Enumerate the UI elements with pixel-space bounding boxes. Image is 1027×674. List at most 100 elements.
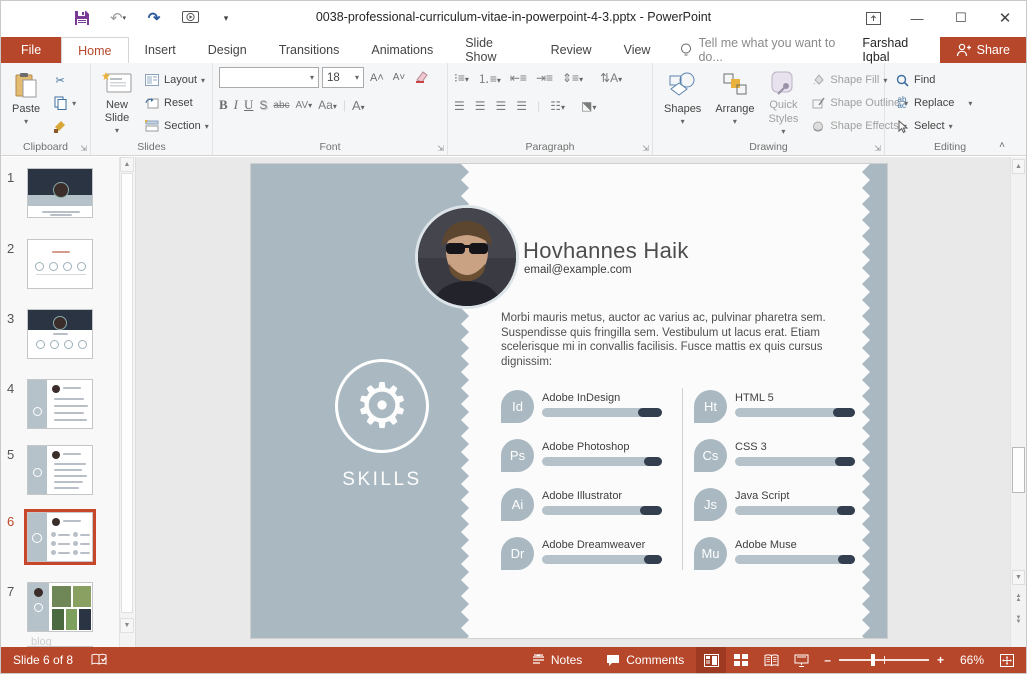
italic-button[interactable]: I <box>234 97 238 113</box>
tab-design[interactable]: Design <box>192 37 263 63</box>
zoom-in-icon[interactable]: + <box>937 653 944 667</box>
thumbnail-slide-2[interactable]: 2 <box>7 239 93 289</box>
thumbnail-slide-4[interactable]: 4 <box>7 379 93 429</box>
font-size-combobox[interactable]: 18▾ <box>322 67 364 88</box>
skills-emblem[interactable]: ⚙ SKILLS <box>311 359 453 491</box>
cv-email[interactable]: email@example.com <box>524 264 632 276</box>
thumbnail-slide-5[interactable]: 5 <box>7 445 93 495</box>
increase-font-size-button[interactable]: A˄ <box>367 68 387 88</box>
save-icon[interactable] <box>71 6 93 30</box>
thumbnail-slide-6[interactable]: 6 <box>7 512 93 562</box>
paste-dropdown[interactable]: ▾ <box>24 117 28 127</box>
thumb-scroll-down-icon[interactable]: ▼ <box>120 618 134 633</box>
zoom-slider[interactable] <box>839 659 929 661</box>
zoom-out-icon[interactable]: – <box>824 653 831 667</box>
maximize-icon[interactable]: ☐ <box>946 5 976 31</box>
skill-row[interactable]: Dr Adobe Dreamweaver <box>501 537 666 570</box>
zoom-slider-handle[interactable] <box>871 654 875 666</box>
tab-transitions[interactable]: Transitions <box>263 37 356 63</box>
increase-indent-button[interactable]: ⇥≡ <box>536 71 553 85</box>
scroll-down-icon[interactable]: ▼ <box>1012 570 1025 585</box>
drawing-dialog-launcher[interactable]: ⇲ <box>874 144 881 153</box>
numbering-button[interactable]: ⒈≡▾ <box>478 70 501 87</box>
font-color-button[interactable]: A▾ <box>352 98 365 113</box>
redo-icon[interactable]: ↷ <box>143 6 165 30</box>
thumbnail-scrollbar[interactable]: ▲ ▼ <box>119 157 134 649</box>
strikethrough-button[interactable]: abc <box>273 100 289 111</box>
align-center-button[interactable]: ☰ <box>475 99 486 113</box>
previous-slide-icon[interactable]: ▲▲ <box>1012 590 1025 605</box>
minimize-icon[interactable]: — <box>902 5 932 31</box>
bullets-button[interactable]: ⁝≡▾ <box>454 71 469 85</box>
change-case-button[interactable]: Aa▾ <box>318 98 337 112</box>
slide-editor[interactable]: Hovhannes Haik email@example.com Morbi m… <box>251 164 887 638</box>
fit-slide-to-window-icon[interactable] <box>992 647 1022 673</box>
notes-button[interactable]: Notes <box>520 647 594 673</box>
new-slide-dropdown[interactable]: ▾ <box>115 126 119 136</box>
cv-intro-text[interactable]: Morbi mauris metus, auctor ac varius ac,… <box>501 311 863 369</box>
underline-button[interactable]: U <box>244 97 253 113</box>
shapes-button[interactable]: Shapes ▾ <box>659 67 706 139</box>
text-shadow-button[interactable]: S <box>259 98 267 112</box>
tab-review[interactable]: Review <box>535 37 608 63</box>
share-button[interactable]: Share <box>940 37 1026 63</box>
tab-animations[interactable]: Animations <box>355 37 449 63</box>
comments-button[interactable]: Comments <box>594 647 696 673</box>
slideshow-view-button[interactable] <box>786 647 816 673</box>
reset-button[interactable]: Reset <box>141 93 212 113</box>
layout-button[interactable]: Layout▾ <box>141 70 212 90</box>
text-direction-button[interactable]: ⇅A▾ <box>600 71 622 85</box>
find-button[interactable]: Find <box>891 70 975 90</box>
tab-home[interactable]: Home <box>61 37 128 63</box>
format-painter-button[interactable] <box>49 116 79 136</box>
slide-sorter-view-button[interactable] <box>726 647 756 673</box>
skill-row[interactable]: Ht HTML 5 <box>694 390 859 423</box>
next-slide-icon[interactable]: ▼▼ <box>1012 612 1025 627</box>
zoom-level[interactable]: 66% <box>952 647 992 673</box>
start-from-beginning-icon[interactable] <box>179 6 201 30</box>
thumb-scroll-up-icon[interactable]: ▲ <box>120 157 134 172</box>
skill-row[interactable]: Id Adobe InDesign <box>501 390 666 423</box>
quick-styles-button[interactable]: Quick Styles ▾ <box>763 67 803 139</box>
copy-button[interactable]: ▾ <box>49 93 79 113</box>
align-right-button[interactable]: ☰ <box>496 99 507 113</box>
skill-row[interactable]: Mu Adobe Muse <box>694 537 859 570</box>
ribbon-display-options-icon[interactable] <box>858 5 888 31</box>
skill-row[interactable]: Cs CSS 3 <box>694 439 859 472</box>
undo-icon[interactable]: ↶▾ <box>107 6 129 30</box>
decrease-font-size-button[interactable]: A˅ <box>390 68 409 88</box>
decrease-indent-button[interactable]: ⇤≡ <box>510 71 527 85</box>
tab-slideshow[interactable]: Slide Show <box>449 37 534 63</box>
spellcheck-icon[interactable] <box>91 653 107 667</box>
skill-row[interactable]: Ps Adobe Photoshop <box>501 439 666 472</box>
tab-file[interactable]: File <box>1 37 61 63</box>
paragraph-dialog-launcher[interactable]: ⇲ <box>642 144 649 153</box>
clipboard-dialog-launcher[interactable]: ⇲ <box>80 144 87 153</box>
slide-canvas[interactable]: Hovhannes Haik email@example.com Morbi m… <box>137 157 1010 649</box>
arrange-button[interactable]: Arrange ▾ <box>710 67 759 139</box>
tab-view[interactable]: View <box>608 37 667 63</box>
reading-view-button[interactable] <box>756 647 786 673</box>
line-spacing-button[interactable]: ⇕≡▾ <box>562 71 583 85</box>
cut-button[interactable]: ✂ <box>49 70 79 90</box>
scroll-up-icon[interactable]: ▲ <box>1012 159 1025 174</box>
signed-in-user[interactable]: Farshad Iqbal <box>850 37 939 63</box>
smartart-button[interactable]: ⬔▾ <box>581 99 596 113</box>
thumbnail-slide-7[interactable]: 7 <box>7 582 93 632</box>
bold-button[interactable]: B <box>219 97 228 113</box>
new-slide-button[interactable]: New Slide ▾ <box>97 67 137 139</box>
tab-insert[interactable]: Insert <box>129 37 192 63</box>
main-vertical-scrollbar[interactable]: ▲ ▼ ▲▲ ▼▼ <box>1010 157 1026 649</box>
character-spacing-button[interactable]: AV▾ <box>296 100 313 111</box>
normal-view-button[interactable] <box>696 647 726 673</box>
justify-button[interactable]: ☰ <box>516 99 527 113</box>
close-icon[interactable]: ✕ <box>990 5 1020 31</box>
profile-photo[interactable] <box>415 205 519 309</box>
skill-row[interactable]: Ai Adobe Illustrator <box>501 488 666 521</box>
slide-counter[interactable]: Slide 6 of 8 <box>13 653 73 667</box>
collapse-ribbon-icon[interactable]: ˄ <box>999 140 1005 151</box>
skill-row[interactable]: Js Java Script <box>694 488 859 521</box>
cv-name[interactable]: Hovhannes Haik <box>523 238 689 264</box>
clear-formatting-button[interactable] <box>411 68 432 88</box>
font-dialog-launcher[interactable]: ⇲ <box>437 144 444 153</box>
